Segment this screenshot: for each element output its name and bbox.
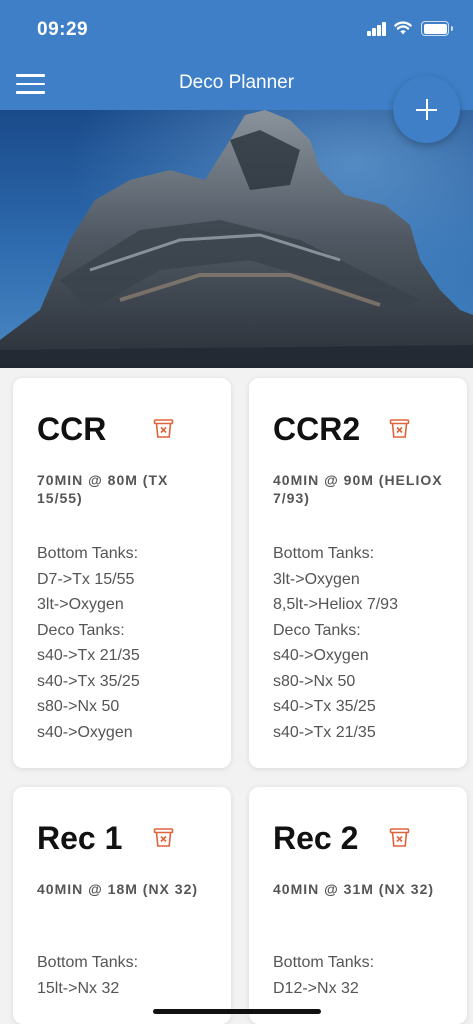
tank-line: s40->Tx 21/35 xyxy=(37,647,140,664)
tank-line: Bottom Tanks: xyxy=(273,545,375,562)
tank-line: Bottom Tanks: xyxy=(273,954,375,971)
trash-bin-icon[interactable] xyxy=(153,827,174,848)
plan-summary: 40MIN @ 18M (NX 32) xyxy=(37,881,199,897)
wifi-icon xyxy=(394,21,412,35)
add-plan-button[interactable] xyxy=(393,76,460,143)
status-bar: 09:29 xyxy=(0,0,473,58)
battery-icon xyxy=(421,21,453,36)
tank-line: s40->Oxygen xyxy=(37,723,133,741)
status-time: 09:29 xyxy=(37,19,89,40)
tank-line: s40->Tx 21/35 xyxy=(273,723,376,741)
tank-line: 8,5lt->Heliox 7/93 xyxy=(273,596,398,613)
tank-line: 3lt->Oxygen xyxy=(273,570,360,588)
plan-name: CCR2 xyxy=(273,411,361,447)
tank-list: Bottom Tanks: D7->Tx 15/55 3lt->Oxygen D… xyxy=(37,541,227,745)
trash-bin-icon[interactable] xyxy=(389,827,410,848)
plan-card[interactable]: Rec 2 40MIN @ 31M (NX 32) Bottom Tanks: … xyxy=(249,787,467,1024)
tank-line: D12->Nx 32 xyxy=(273,979,359,997)
tank-line: Deco Tanks: xyxy=(37,621,125,639)
plan-name: Rec 2 xyxy=(273,820,359,856)
tank-line: Deco Tanks: xyxy=(273,621,361,639)
tank-line: D7->Tx 15/55 xyxy=(37,570,135,588)
tank-line: Bottom Tanks: xyxy=(37,545,139,562)
plan-name: Rec 1 xyxy=(37,820,123,856)
home-indicator xyxy=(153,1009,321,1014)
trash-bin-icon[interactable] xyxy=(389,418,410,439)
plan-name: CCR xyxy=(37,411,107,447)
tank-list: Bottom Tanks: D12->Nx 32 xyxy=(273,950,463,1001)
plan-card[interactable]: CCR2 40MIN @ 90M (HELIOX 7/93) Bottom Ta… xyxy=(249,378,467,768)
tank-line: s40->Tx 35/25 xyxy=(273,698,376,715)
tank-line: s80->Nx 50 xyxy=(37,698,120,715)
plan-card[interactable]: CCR 70MIN @ 80M (TX 15/55) Bottom Tanks:… xyxy=(13,378,231,768)
tank-line: s40->Tx 35/25 xyxy=(37,672,140,690)
hero-image xyxy=(0,110,473,368)
tank-list: Bottom Tanks: 15lt->Nx 32 xyxy=(37,950,227,1001)
tank-line: Bottom Tanks: xyxy=(37,954,139,971)
cellular-signal-icon xyxy=(367,22,387,36)
tank-list: Bottom Tanks: 3lt->Oxygen 8,5lt->Heliox … xyxy=(273,541,463,745)
plan-summary: 70MIN @ 80M (TX 15/55) xyxy=(37,472,169,506)
tank-line: 15lt->Nx 32 xyxy=(37,979,120,997)
plan-summary: 40MIN @ 31M (NX 32) xyxy=(273,881,435,897)
tank-line: s80->Nx 50 xyxy=(273,672,356,690)
tank-line: s40->Oxygen xyxy=(273,647,369,664)
tank-line: 3lt->Oxygen xyxy=(37,596,124,613)
plan-summary: 40MIN @ 90M (HELIOX 7/93) xyxy=(273,472,443,506)
trash-bin-icon[interactable] xyxy=(153,418,174,439)
plan-card[interactable]: Rec 1 40MIN @ 18M (NX 32) Bottom Tanks: … xyxy=(13,787,231,1024)
